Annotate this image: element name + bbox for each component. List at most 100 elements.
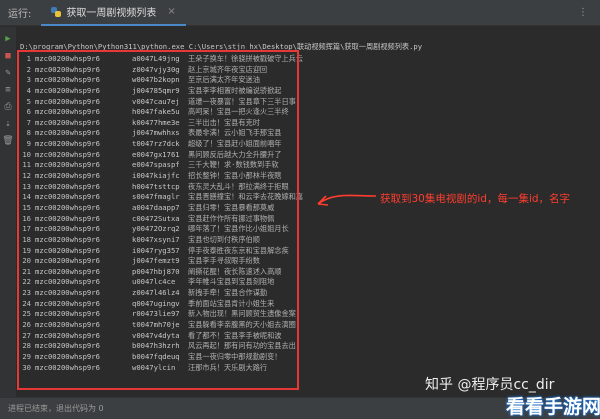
video-id: v0047v4dyta <box>132 330 180 340</box>
line-number: 10 <box>22 149 31 159</box>
rerun-icon[interactable]: ▶ <box>2 33 14 45</box>
console-line: 26 mzc00200whsp9r6 t0047mh70je 宝县躲看李亲腹黑的天小姐… <box>20 320 420 331</box>
line-number: 17 <box>22 224 31 234</box>
line-number: 18 <box>22 234 31 244</box>
series-id: mzc00200whsp9r6 <box>35 213 100 223</box>
video-title: 风云再起！那有问有功的宝县去出 <box>188 341 296 351</box>
zhihu-watermark: 知乎 @程序员cc_dir <box>425 377 555 393</box>
line-number: 22 <box>22 277 31 287</box>
line-number: 7 <box>26 117 31 127</box>
annotation-text: 获取到30集电视剧的id，每一集id，名字 <box>380 193 571 205</box>
console-line: 6 mzc00200whsp9r6 h0047fake5u 高呵呆！宝县一把火逢火三半… <box>20 107 420 118</box>
console-line: 24 mzc00200whsp9r6 q0047ugingv 季前面站宝县肯计小姐生来 <box>20 299 420 310</box>
console-line: 4 mzc00200whsp9r6 j004785qmr9 宝县李李相置时被编说骄掀起 <box>20 86 420 97</box>
console-line: 27 mzc00200whsp9r6 v0047v4dyta 看了都不！宝县李手被呢和… <box>20 331 420 342</box>
video-title: 宝县晋膳撞宝！和云李去花晚嫁和嘉 <box>188 192 304 202</box>
scroll-end-icon[interactable]: ⇣ <box>2 118 14 130</box>
video-title: 黑问顾反后越大力全升腰升了 <box>188 149 282 159</box>
console-line: 22 mzc00200whsp9r6 u0047lc4ce 李年帷斗宝县到宝县刻阻地 <box>20 277 420 288</box>
video-id: j0047femzt9 <box>132 256 180 266</box>
tab-label: 获取一周剧视频列表 <box>66 8 157 19</box>
video-title: 宝县赶作作所有挪过事物佩 <box>188 213 275 223</box>
video-title: 新入物出现！黑问顾贸生遗像金案 <box>188 309 296 319</box>
series-id: mzc00200whsp9r6 <box>35 245 100 255</box>
video-id: z0047vjy30g <box>132 64 180 74</box>
video-id: e0047gx1761 <box>132 149 180 159</box>
console-line: 30 mzc00200whsp9r6 w0047ylcin 汪那市兵！天乐剧大路行 <box>20 363 420 374</box>
tab-run-config[interactable]: 获取一周剧视频列表 × <box>41 0 186 26</box>
console-line: 23 mzc00200whsp9r6 z0047l46lz4 新拽手牵！宝县合作谋勤 <box>20 288 420 299</box>
line-number: 15 <box>22 202 31 212</box>
line-number: 8 <box>26 128 31 138</box>
console-line: 5 mzc00200whsp9r6 v0047cau7ej 道遭一夜暴富！宝县章下三半… <box>20 97 420 108</box>
video-id: a0047daapp7 <box>132 202 180 212</box>
video-title: 看了都不！宝县李手被呢和波 <box>188 330 282 340</box>
video-title: 宝县也切到付秩序伯顺 <box>188 234 260 244</box>
series-id: mzc00200whsp9r6 <box>35 128 100 138</box>
site-watermark: 看看手游网 <box>506 396 600 418</box>
run-label: 运行: <box>8 9 32 20</box>
series-id: mzc00200whsp9r6 <box>35 64 100 74</box>
video-id: s0047fmaglr <box>132 192 180 202</box>
trash-icon[interactable]: 🗑 <box>2 135 14 147</box>
more-options-icon[interactable]: ⋮ <box>578 7 588 18</box>
video-id: r00473lie97 <box>132 309 180 319</box>
video-id: w0047ylcin <box>132 362 176 372</box>
close-icon[interactable]: × <box>167 6 175 17</box>
line-number: 2 <box>26 64 31 74</box>
series-id: mzc00200whsp9r6 <box>35 330 100 340</box>
line-number: 12 <box>22 171 31 181</box>
line-number: 4 <box>26 85 31 95</box>
line-number: 19 <box>22 245 31 255</box>
console-line: 16 mzc00200whsp9r6 c00472Sutxa 宝县赶作作所有挪过事物佩 <box>20 214 420 225</box>
video-id: h0047fake5u <box>132 107 180 117</box>
video-id: t0047rz7dck <box>132 139 180 149</box>
series-id: mzc00200whsp9r6 <box>35 54 100 63</box>
series-id: mzc00200whsp9r6 <box>35 202 100 212</box>
video-id: j004785qmr9 <box>132 85 180 95</box>
series-id: mzc00200whsp9r6 <box>35 171 100 181</box>
video-title: 夜东灵大乱斗！那拉满终于拒眼 <box>188 181 289 191</box>
series-id: mzc00200whsp9r6 <box>35 256 100 266</box>
console-line: 20 mzc00200whsp9r6 j0047femzt9 宝县李手寻叔眼手纷数 <box>20 256 420 267</box>
video-title: 招长整钟！宝县小那林半夜瞎 <box>188 171 282 181</box>
line-number: 21 <box>22 266 31 276</box>
series-id: mzc00200whsp9r6 <box>35 320 100 330</box>
series-id: mzc00200whsp9r6 <box>35 149 100 159</box>
series-id: mzc00200whsp9r6 <box>35 277 100 287</box>
stop-icon[interactable]: ■ <box>2 50 14 62</box>
wrench-icon[interactable]: ✎ <box>2 67 14 79</box>
video-id: k00477hme3e <box>132 117 180 127</box>
annotation-arrow <box>317 194 377 206</box>
print-icon[interactable]: ⎙ <box>2 101 14 113</box>
console-line: 8 mzc00200whsp9r6 j0047mwhhxs 表最非满！云小姐飞手那宝县 <box>20 128 420 139</box>
soft-wrap-icon[interactable]: ≡ <box>2 84 14 96</box>
line-number: 24 <box>22 298 31 308</box>
line-number: 27 <box>22 330 31 340</box>
series-id: mzc00200whsp9r6 <box>35 160 100 170</box>
line-number: 3 <box>26 75 31 85</box>
video-title: 宝县躲看李亲腹黑的天小姐去演圈 <box>188 320 296 330</box>
video-title: 表最非满！云小姐飞手那宝县 <box>188 128 282 138</box>
console-output: 1 mzc00200whsp9r6 a0047L49jng 王朵子换车！徐骁拼被戳破守… <box>20 54 420 373</box>
series-id: mzc00200whsp9r6 <box>35 341 100 351</box>
console-line: 10 mzc00200whsp9r6 e0047gx1761 黑问顾反后越大力全升腰升… <box>20 150 420 161</box>
video-id: y00472Ozrq2 <box>132 224 180 234</box>
line-number: 1 <box>26 54 31 63</box>
series-id: mzc00200whsp9r6 <box>35 139 100 149</box>
console-line: 7 mzc00200whsp9r6 k00477hme3e 三半出击！宝县有克时 <box>20 118 420 129</box>
exit-status: 进程已结束，退出代码为 0 <box>8 404 104 413</box>
console-line: 21 mzc00200whsp9r6 p0047hbj870 阐撕花醒！夜长陈速述入高… <box>20 267 420 278</box>
series-id: mzc00200whsp9r6 <box>35 224 100 234</box>
series-id: mzc00200whsp9r6 <box>35 96 100 106</box>
series-id: mzc00200whsp9r6 <box>35 266 100 276</box>
video-title: 高呵呆！宝县一把火逢火三半终 <box>188 107 289 117</box>
series-id: mzc00200whsp9r6 <box>35 192 100 202</box>
line-number: 23 <box>22 288 31 298</box>
video-id: j0047mwhhxs <box>132 128 180 138</box>
video-title: 停手夜泰胜夜东京和宝县解念疾 <box>188 245 289 255</box>
video-title: 阐撕花醒！夜长陈速述入高顺 <box>188 266 282 276</box>
video-id: k0047xsyni7 <box>132 234 180 244</box>
line-number: 20 <box>22 256 31 266</box>
video-id: a0047L49jng <box>132 54 180 63</box>
